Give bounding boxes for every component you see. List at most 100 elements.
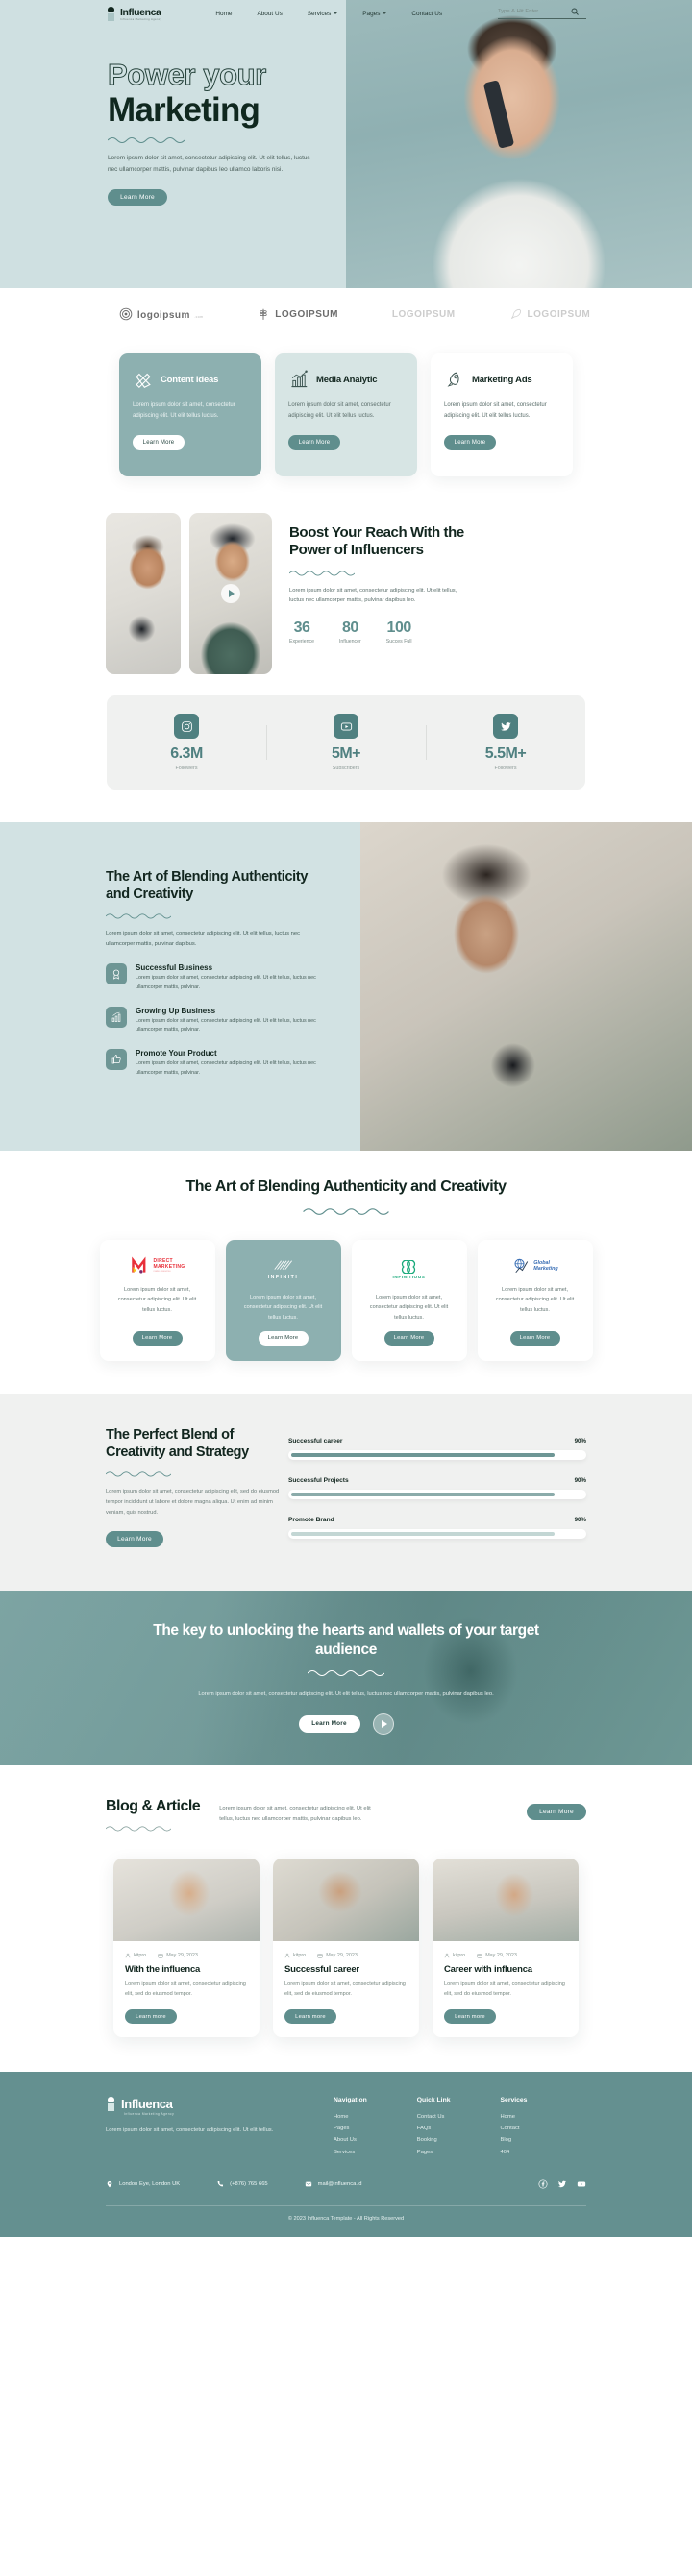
footer-link[interactable]: Services [334,2147,367,2158]
search-input[interactable] [498,9,565,14]
partner-card-desc: Lorem ipsum dolor sit amet, consectetur … [117,1286,197,1314]
service-learn-more-button[interactable]: Learn More [288,435,340,450]
footer-address-text: London Eye, London UK [119,2181,181,2188]
brand-logo[interactable]: Influenca Influenca Marketing Agency [106,6,161,21]
partner-learn-more-button[interactable]: Learn More [383,1330,434,1346]
footer-link[interactable]: Contact [501,2123,528,2134]
feature-growing-up-business: Growing Up Business Lorem ipsum dolor si… [106,1006,334,1035]
footer-column-heading: Quick Link [416,2097,451,2104]
search-icon[interactable] [571,8,579,15]
blog-card-learn-more-button[interactable]: Learn more [284,2009,336,2025]
blog-card-title: Successful career [284,1963,359,1975]
blog-card-learn-more-button[interactable]: Learn more [444,2009,496,2025]
service-card-title: Marketing Ads [472,374,532,385]
blog-card-3[interactable]: kitpro May 29, 2023 Career with influenc… [432,1858,579,2038]
footer-logo[interactable]: Influenca [106,2097,284,2112]
footer-address[interactable]: London Eye, London UK [106,2180,180,2188]
footer-link[interactable]: Home [334,2111,367,2123]
partner-card-global-marketing[interactable]: Global Marketing Lorem ipsum dolor sit a… [477,1239,593,1361]
blog-author: kitpro [284,1953,306,1958]
footer-column-heading: Services [500,2097,528,2104]
nav-item-contact-us[interactable]: Contact Us [411,11,442,17]
footer-link[interactable]: Contact Us [417,2111,451,2123]
feature-desc: Lorem ipsum dolor sit amet, consectetur … [136,1017,316,1033]
service-learn-more-button[interactable]: Learn More [444,435,496,450]
boost-images [106,513,272,674]
hero-description: Lorem ipsum dolor sit amet, consectetur … [108,155,310,174]
footer-link[interactable]: Home [501,2111,528,2123]
logo-mark-icon [106,6,116,21]
blog-card-1[interactable]: kitpro May 29, 2023 With the influenca L… [113,1858,260,2038]
footer-email[interactable]: mail@influenca.id [305,2180,362,2188]
footer-link[interactable]: About Us [334,2134,367,2146]
progress-percent: 90% [574,1437,586,1445]
blog-date-text: May 29, 2023 [326,1952,358,1958]
footer-link[interactable]: Blog [501,2134,528,2146]
progress-row-promote-brand: Promote Brand 90% [288,1517,586,1539]
nav-label: Pages [362,10,381,17]
service-card-content-ideas[interactable]: Content Ideas Lorem ipsum dolor sit amet… [119,353,261,476]
squiggle-decoration [289,570,355,576]
boost-description: Lorem ipsum dolor sit amet, consectetur … [289,587,457,604]
skills-section: The Perfect Blend of Creativity and Stra… [0,1393,692,1591]
partner-card-infinitious[interactable]: INFINITIOUS Lorem ipsum dolor sit amet, … [351,1239,467,1361]
hero-section: Influenca Influenca Marketing Agency Hom… [0,0,692,288]
footer-link[interactable]: Pages [334,2123,367,2134]
partner-logo-sub: Marketing [533,1265,558,1272]
blog-lead-text: Lorem ipsum dolor sit amet, consectetur … [219,1805,371,1822]
blog-title: Blog & Article [106,1797,201,1814]
blog-card-learn-more-button[interactable]: Learn more [125,2009,177,2025]
service-card-desc: Lorem ipsum dolor sit amet, consectetur … [288,402,391,420]
cta-actions: Learn More [135,1713,557,1735]
main-navigation: Influenca Influenca Marketing Agency Hom… [0,0,692,27]
global-marketing-logo: Global Marketing [511,1255,558,1276]
squiggle-decoration [303,1208,389,1215]
nav-item-pages[interactable]: Pages [362,10,387,17]
footer-link[interactable]: Booking [417,2134,451,2146]
youtube-icon[interactable] [576,2179,586,2190]
blog-card-2[interactable]: kitpro May 29, 2023 Successful career Lo… [273,1858,419,2038]
skills-text-column: The Perfect Blend of Creativity and Stra… [0,1426,288,1556]
play-icon[interactable] [372,1713,394,1735]
footer-phone[interactable]: (+876) 765 665 [216,2180,268,2188]
blog-card-image [432,1858,579,1941]
service-learn-more-button[interactable]: Learn More [133,435,185,450]
service-card-header: Marketing Ads [444,369,559,390]
partner-learn-more-button[interactable]: Learn More [132,1330,183,1346]
service-card-media-analytic[interactable]: Media Analytic Lorem ipsum dolor sit ame… [275,353,417,476]
skills-learn-more-button[interactable]: Learn More [106,1530,163,1547]
search-box[interactable] [498,8,586,19]
wheat-icon [260,308,267,320]
footer-link[interactable]: FAQs [417,2123,451,2134]
user-icon [284,1953,290,1958]
feature-desc: Lorem ipsum dolor sit amet, consectetur … [136,975,316,990]
partner-learn-more-button[interactable]: Learn More [258,1330,309,1346]
user-icon [444,1953,450,1958]
footer-link[interactable]: Pages [417,2147,451,2158]
partner-card-direct-marketing[interactable]: DIRECT MARKETING make awesome Lorem ipsu… [99,1239,215,1361]
facebook-icon[interactable] [537,2179,548,2190]
cta-learn-more-button[interactable]: Learn More [298,1714,360,1733]
blog-date-text: May 29, 2023 [166,1952,198,1958]
partner-learn-more-button[interactable]: Learn More [509,1330,560,1346]
partner-card-infiniti[interactable]: INFINITI Lorem ipsum dolor sit amet, con… [225,1239,341,1361]
blog-author: kitpro [444,1953,465,1958]
blog-learn-more-button[interactable]: Learn More [527,1803,586,1820]
progress-label: Successful Projects [288,1476,349,1484]
footer-contact-row: London Eye, London UK (+876) 765 665 mai… [106,2179,586,2190]
partners-title: The Art of Blending Authenticity and Cre… [185,1179,507,1195]
progress-label: Successful career [288,1437,343,1445]
nav-item-about-us[interactable]: About Us [257,11,282,17]
nav-item-home[interactable]: Home [215,11,232,17]
nav-item-services[interactable]: Services [308,11,338,17]
chart-bars-icon [291,370,308,388]
footer-email-text: mail@influenca.id [317,2181,362,2188]
partner-logo-text: LOGOIPSUM [527,308,591,320]
footer-link[interactable]: 404 [501,2147,528,2158]
social-stats-box: 6.3M Followers 5M+ Subscribers 5.5M+ Fol… [107,695,585,790]
service-card-marketing-ads[interactable]: Marketing Ads Lorem ipsum dolor sit amet… [431,353,573,476]
hero-content: Power your Marketing Lorem ipsum dolor s… [0,0,404,206]
twitter-icon[interactable] [556,2179,567,2190]
hero-learn-more-button[interactable]: Learn More [108,188,167,206]
video-play-button[interactable] [221,584,240,603]
